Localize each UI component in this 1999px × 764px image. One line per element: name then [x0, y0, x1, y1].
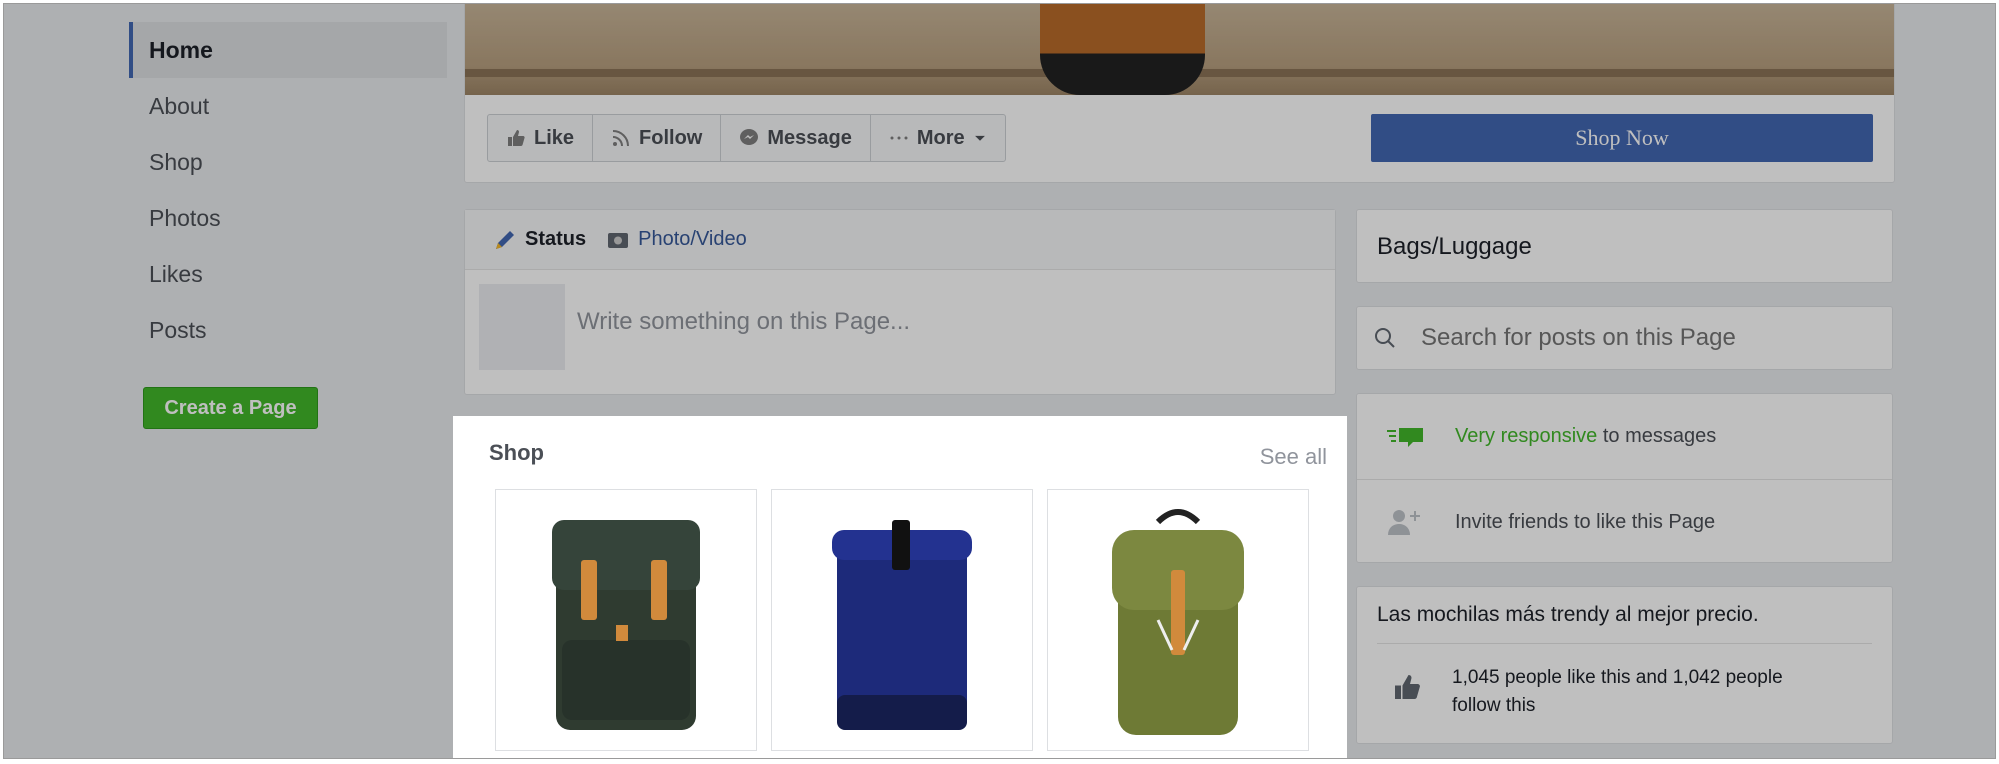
left-nav: Home About Shop Photos Likes Posts [129, 22, 447, 358]
status-tab-label: Status [525, 228, 587, 250]
nav-item-about[interactable]: About [129, 78, 447, 134]
composer-tabs: Status Photo/Video [465, 210, 1335, 270]
cover-backpack-image [1040, 4, 1205, 95]
page-info-card: Very responsive to messages Invite frien… [1356, 393, 1893, 563]
green-backpack-image [552, 520, 700, 730]
likes-text-line1: 1,045 people like this and 1,042 people [1452, 667, 1783, 688]
page-category[interactable]: Bags/Luggage [1356, 209, 1893, 283]
shop-title: Shop [489, 440, 544, 465]
camera-icon [608, 232, 629, 248]
tab-status[interactable]: Status [493, 228, 586, 252]
ellipsis-icon [890, 136, 908, 140]
messenger-icon [740, 129, 759, 145]
nav-item-shop[interactable]: Shop [129, 134, 447, 190]
post-composer: Status Photo/Video Write something on th… [464, 209, 1336, 395]
likes-summary: 1,045 people like this and 1,042 people … [1377, 644, 1872, 720]
composer-body: Write something on this Page... [465, 270, 1335, 395]
message-button[interactable]: Message [721, 115, 871, 161]
nav-item-posts[interactable]: Posts [129, 302, 447, 358]
blue-backpack-image [832, 520, 972, 730]
likes-text-line2: follow this [1452, 695, 1536, 716]
cover-card: Like Follow Message More Shop Now [464, 4, 1895, 183]
page-tagline: Las mochilas más trendy al mejor precio. [1377, 587, 1872, 644]
page-actions: Like Follow Message More [487, 114, 1006, 162]
search-posts-box [1356, 306, 1893, 370]
shop-now-button[interactable]: Shop Now [1371, 114, 1873, 162]
add-friend-icon [1388, 510, 1420, 535]
responsiveness-text: Very responsive to messages [1455, 425, 1716, 448]
search-icon [1375, 328, 1395, 348]
responsiveness-row: Very responsive to messages [1357, 394, 1892, 479]
product-card[interactable] [771, 489, 1033, 751]
pencil-icon [496, 230, 514, 249]
tab-photo-video[interactable]: Photo/Video [606, 228, 747, 252]
shop-section: Shop See all [453, 416, 1347, 758]
see-all-link[interactable]: See all [1260, 444, 1327, 470]
like-button[interactable]: Like [488, 115, 594, 161]
caret-down-icon [974, 135, 985, 141]
page-frame: Home About Shop Photos Likes Posts Creat… [3, 3, 1996, 759]
search-input[interactable] [1421, 324, 1861, 352]
more-label: More [916, 126, 965, 149]
olive-backpack-image [1112, 509, 1244, 735]
product-list [495, 489, 1309, 751]
avatar [479, 284, 565, 370]
invite-friends-label: Invite friends to like this Page [1455, 510, 1716, 533]
photo-video-tab-label: Photo/Video [638, 228, 747, 250]
nav-item-home[interactable]: Home [129, 22, 447, 78]
rss-icon [612, 130, 630, 147]
invite-friends-row[interactable]: Invite friends to like this Page [1357, 479, 1892, 564]
follow-label: Follow [639, 126, 703, 149]
product-card[interactable] [1047, 489, 1309, 751]
follow-button[interactable]: Follow [593, 115, 722, 161]
message-label: Message [767, 126, 852, 149]
create-page-button[interactable]: Create a Page [143, 387, 318, 429]
composer-input[interactable]: Write something on this Page... [577, 308, 910, 336]
nav-item-photos[interactable]: Photos [129, 190, 447, 246]
nav-item-likes[interactable]: Likes [129, 246, 447, 302]
more-button[interactable]: More [871, 115, 1005, 161]
about-card: Las mochilas más trendy al mejor precio.… [1356, 586, 1893, 744]
product-card[interactable] [495, 489, 757, 751]
thumbs-up-icon [1395, 675, 1420, 699]
responsiveness-highlight: Very responsive [1455, 425, 1598, 447]
responsiveness-rest: to messages [1597, 425, 1717, 447]
like-label: Like [534, 126, 575, 149]
likes-text: 1,045 people like this and 1,042 people … [1452, 664, 1783, 720]
fast-message-icon [1387, 427, 1423, 447]
thumbs-up-icon [508, 130, 525, 146]
